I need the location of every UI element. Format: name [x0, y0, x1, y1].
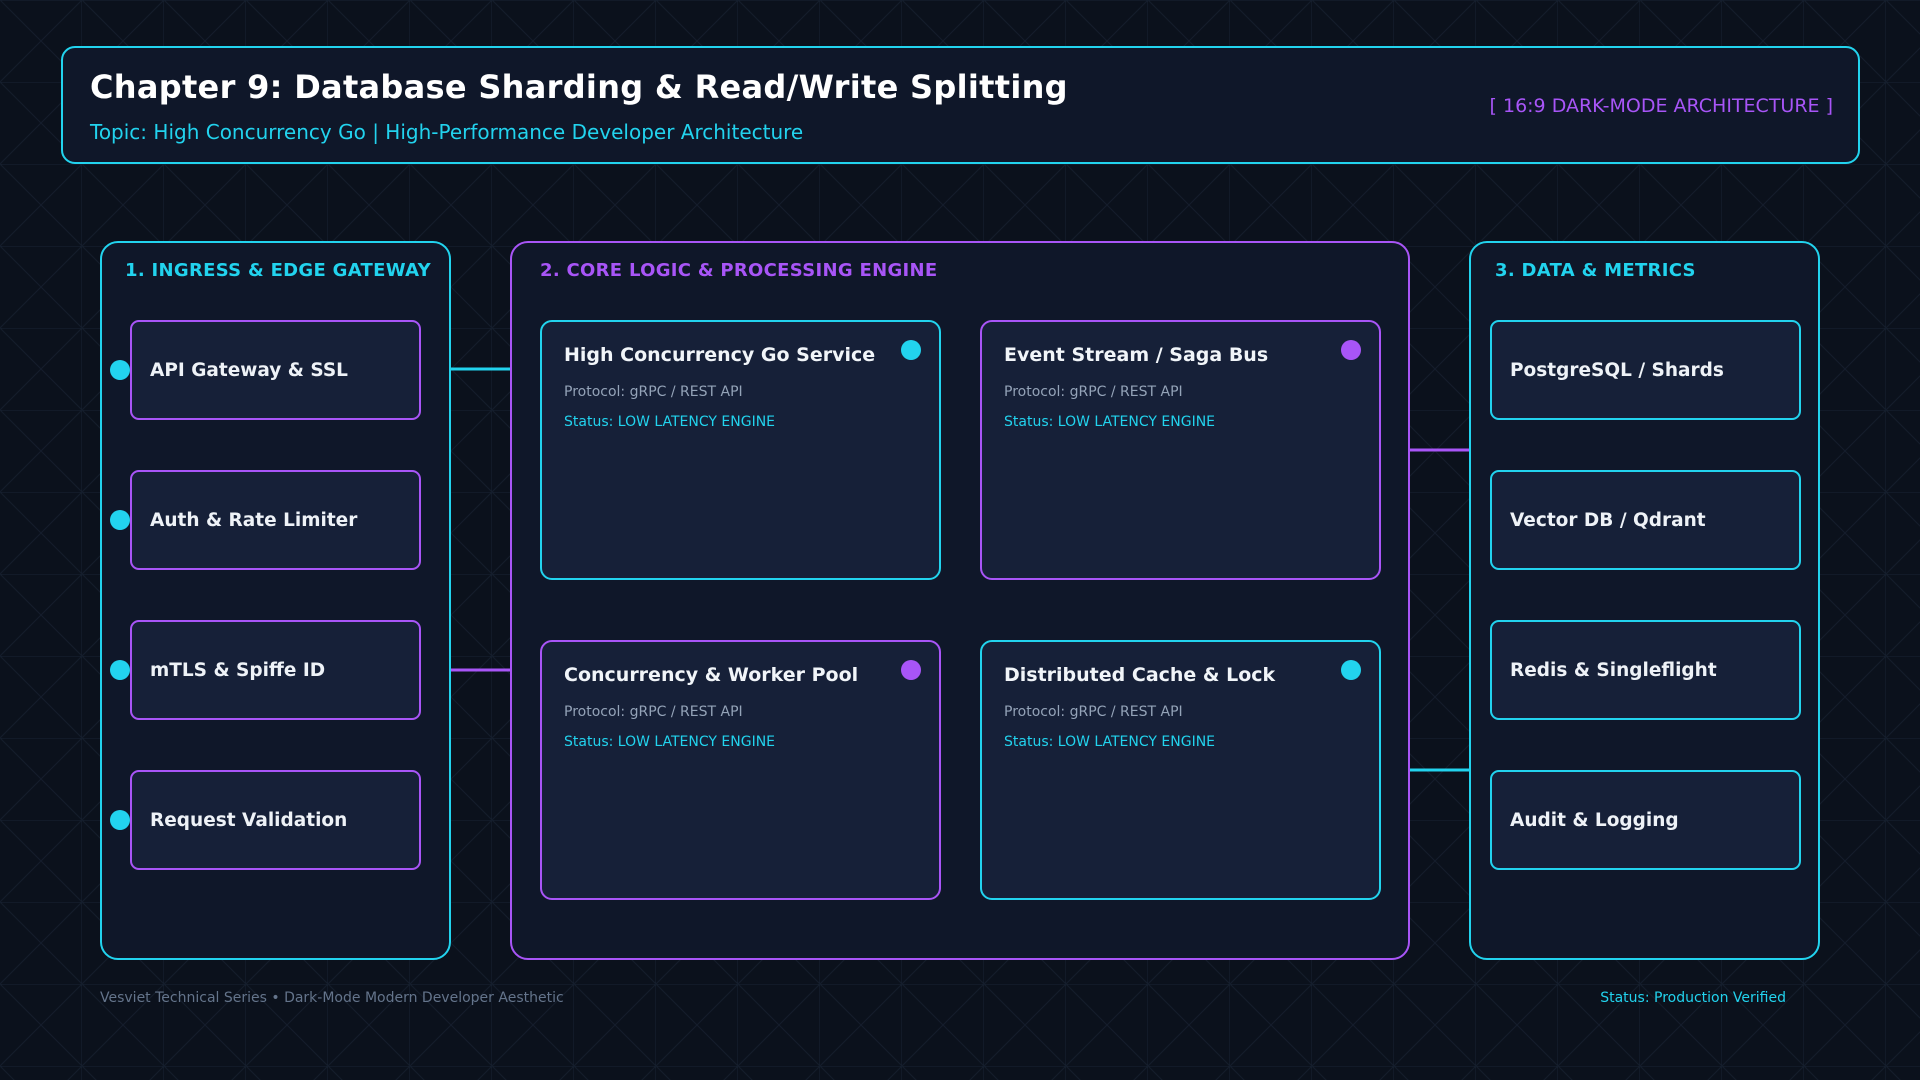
data-item-label: Redis & Singleflight	[1510, 659, 1717, 681]
core-card-title: Concurrency & Worker Pool	[564, 664, 859, 686]
data-item-vector-db[interactable]: Vector DB / Qdrant	[1490, 470, 1801, 570]
core-card-protocol: Protocol: gRPC / REST API	[1004, 384, 1183, 400]
ingress-item-label: Request Validation	[150, 809, 348, 831]
core-card-distributed-cache[interactable]: Distributed Cache & Lock Protocol: gRPC …	[980, 640, 1381, 900]
ingress-panel-title: 1. INGRESS & EDGE GATEWAY	[125, 260, 431, 281]
ingress-item-label: API Gateway & SSL	[150, 359, 348, 381]
status-dot-icon	[110, 810, 130, 830]
data-item-label: PostgreSQL / Shards	[1510, 359, 1724, 381]
ingress-item-label: mTLS & Spiffe ID	[150, 659, 326, 681]
core-card-status: Status: LOW LATENCY ENGINE	[564, 734, 776, 750]
data-item-postgresql[interactable]: PostgreSQL / Shards	[1490, 320, 1801, 420]
core-card-title: High Concurrency Go Service	[564, 344, 876, 366]
data-item-label: Audit & Logging	[1510, 809, 1679, 831]
core-card-title: Distributed Cache & Lock	[1004, 664, 1276, 686]
core-card-status: Status: LOW LATENCY ENGINE	[1004, 414, 1216, 430]
status-dot-icon	[110, 510, 130, 530]
core-card-protocol: Protocol: gRPC / REST API	[564, 384, 743, 400]
status-dot-icon	[901, 660, 921, 680]
core-card-title: Event Stream / Saga Bus	[1004, 344, 1269, 366]
core-card-worker-pool[interactable]: Concurrency & Worker Pool Protocol: gRPC…	[540, 640, 941, 900]
core-card-protocol: Protocol: gRPC / REST API	[564, 704, 743, 720]
status-dot-icon	[110, 360, 130, 380]
status-dot-icon	[110, 660, 130, 680]
footer-status: Status: Production Verified	[1600, 990, 1786, 1006]
ingress-item-auth-rate-limiter[interactable]: Auth & Rate Limiter	[130, 470, 421, 570]
status-dot-icon	[901, 340, 921, 360]
data-item-audit-logging[interactable]: Audit & Logging	[1490, 770, 1801, 870]
status-dot-icon	[1341, 660, 1361, 680]
core-card-status: Status: LOW LATENCY ENGINE	[1004, 734, 1216, 750]
ingress-item-mtls[interactable]: mTLS & Spiffe ID	[130, 620, 421, 720]
data-panel-title: 3. DATA & METRICS	[1495, 260, 1696, 281]
data-item-redis[interactable]: Redis & Singleflight	[1490, 620, 1801, 720]
core-card-go-service[interactable]: High Concurrency Go Service Protocol: gR…	[540, 320, 941, 580]
ingress-item-api-gateway[interactable]: API Gateway & SSL	[130, 320, 421, 420]
footer-credit: Vesviet Technical Series • Dark-Mode Mod…	[100, 990, 564, 1006]
core-card-protocol: Protocol: gRPC / REST API	[1004, 704, 1183, 720]
ingress-item-label: Auth & Rate Limiter	[150, 509, 358, 531]
core-panel-title: 2. CORE LOGIC & PROCESSING ENGINE	[540, 260, 938, 281]
data-item-label: Vector DB / Qdrant	[1510, 509, 1706, 531]
core-card-status: Status: LOW LATENCY ENGINE	[564, 414, 776, 430]
ingress-item-request-validation[interactable]: Request Validation	[130, 770, 421, 870]
core-card-event-stream[interactable]: Event Stream / Saga Bus Protocol: gRPC /…	[980, 320, 1381, 580]
status-dot-icon	[1341, 340, 1361, 360]
